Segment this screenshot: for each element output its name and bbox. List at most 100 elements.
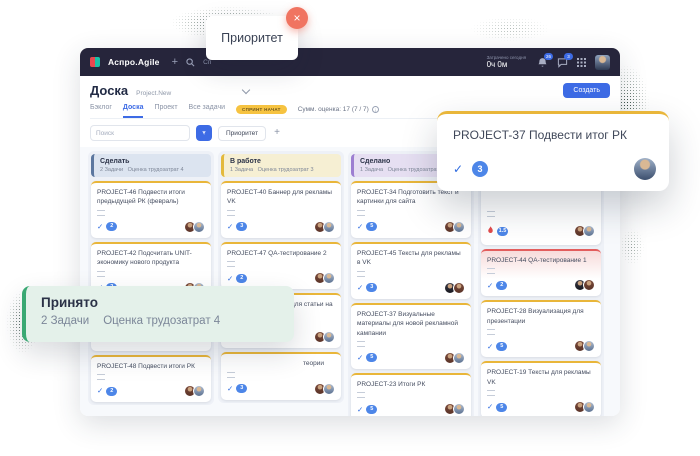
notifications-bell-icon[interactable]: 26 bbox=[537, 57, 548, 68]
done-check-icon: ✓ bbox=[453, 162, 463, 176]
apps-grid-icon[interactable] bbox=[577, 58, 586, 67]
tab-Бэклог[interactable]: Бэклог bbox=[90, 104, 112, 118]
chevron-down-icon[interactable] bbox=[242, 86, 250, 94]
time-tracker: Затрачено сегодня 0ч 0м bbox=[487, 55, 526, 70]
task-card[interactable]: PROJECT-46 Подвести итоги предыдущей РК … bbox=[91, 181, 211, 238]
task-title: PROJECT-40 Баннер для рекламы VK bbox=[227, 188, 335, 207]
tab-Все задачи[interactable]: Все задачи bbox=[189, 104, 226, 118]
task-title: PROJECT-19 Тексты для рекламы VK bbox=[487, 368, 595, 387]
description-icon bbox=[487, 211, 495, 217]
estimate-badge: 2 bbox=[106, 387, 117, 396]
done-check-icon: ✓ bbox=[97, 223, 103, 231]
avatar bbox=[583, 401, 595, 413]
chat-icon[interactable]: 3 bbox=[557, 57, 568, 68]
done-check-icon: ✓ bbox=[357, 354, 363, 362]
estimate-summary-text: Сумм. оценка: 17 (7 / 7) bbox=[298, 106, 369, 113]
done-check-icon: ✓ bbox=[357, 406, 363, 414]
decor-blob bbox=[615, 222, 649, 272]
assignee-avatars bbox=[317, 272, 335, 284]
task-card[interactable]: PROJECT-44 QA-тестирование 1 ✓ 2 bbox=[481, 249, 601, 296]
task-card[interactable]: PROJECT-37 Визуальные материалы для ново… bbox=[351, 303, 471, 369]
task-card[interactable]: PROJECT-19 Тексты для рекламы VK ✓ 5 bbox=[481, 361, 601, 416]
task-title: теории bbox=[227, 359, 335, 368]
tab-Доска[interactable]: Доска bbox=[123, 104, 144, 118]
estimate-badge: 5 bbox=[366, 353, 377, 362]
task-card[interactable]: PROJECT-47 QA-тестирование 2 ✓ 2 bbox=[221, 242, 341, 289]
assignee-avatars bbox=[447, 403, 465, 415]
column-meta: 2 Задачи Оценка трудозатрат 4 bbox=[100, 167, 205, 173]
column-meta: 1 Задача Оценка трудозатрат 3 bbox=[230, 167, 335, 173]
priority-filter-chip[interactable]: Приоритет bbox=[218, 126, 266, 141]
info-icon[interactable]: i bbox=[372, 106, 379, 113]
avatar bbox=[193, 385, 205, 397]
task-card[interactable]: PROJECT-23 Итоги РК ✓ 5 bbox=[351, 373, 471, 416]
create-button[interactable]: Создать bbox=[563, 83, 610, 98]
task-title: PROJECT-28 Визуализация для презентации bbox=[487, 307, 595, 326]
avatar bbox=[583, 279, 595, 291]
task-card-popup[interactable]: PROJECT-37 Подвести итог РК ✓ 3 bbox=[437, 111, 669, 191]
description-icon bbox=[97, 271, 105, 277]
estimate-badge: 1.5 bbox=[497, 227, 508, 236]
overdue-fire-icon bbox=[487, 222, 494, 240]
accepted-column-callout: Принято 2 Задачи Оценка трудозатрат 4 bbox=[22, 286, 294, 342]
project-selector[interactable]: Project.New bbox=[136, 90, 171, 97]
task-card[interactable]: PROJECT-28 Визуализация для презентации … bbox=[481, 300, 601, 357]
sprint-status-badge: СПРИНТ НАЧАТ bbox=[236, 105, 287, 114]
task-title: PROJECT-48 Подвести итоги РК bbox=[97, 362, 205, 371]
avatar bbox=[323, 383, 335, 395]
estimate-badge: 5 bbox=[496, 342, 507, 351]
description-icon bbox=[357, 210, 365, 216]
description-icon bbox=[227, 372, 235, 378]
avatar bbox=[323, 221, 335, 233]
filter-button[interactable] bbox=[196, 125, 212, 141]
avatar bbox=[323, 331, 335, 343]
task-title: PROJECT-37 Визуальные материалы для ново… bbox=[357, 310, 465, 338]
funnel-icon bbox=[202, 129, 206, 137]
accepted-task-count: 2 Задачи bbox=[41, 315, 89, 327]
tab-Проект[interactable]: Проект bbox=[154, 104, 177, 118]
add-icon[interactable]: + bbox=[172, 57, 178, 68]
task-title: PROJECT-42 Подсчитать UNIT-экономику нов… bbox=[97, 249, 205, 268]
add-filter-icon[interactable]: + bbox=[274, 128, 280, 138]
brand-name: Аспро.Agile bbox=[108, 57, 160, 67]
search-icon[interactable] bbox=[186, 58, 195, 67]
done-check-icon: ✓ bbox=[357, 284, 363, 292]
priority-tooltip: Приоритет × bbox=[206, 16, 298, 60]
assignee-avatars bbox=[447, 221, 465, 233]
time-value: 0ч 0м bbox=[487, 60, 526, 70]
user-avatar[interactable] bbox=[595, 55, 610, 70]
avatar bbox=[583, 225, 595, 237]
board-column: Сделать 2 Задачи Оценка трудозатрат 4 PR… bbox=[88, 151, 214, 405]
done-check-icon: ✓ bbox=[357, 223, 363, 231]
priority-tooltip-label: Приоритет bbox=[221, 31, 283, 45]
bell-badge: 26 bbox=[544, 53, 553, 60]
assignee-avatars bbox=[577, 225, 595, 237]
description-icon bbox=[357, 271, 365, 277]
assignee-avatars bbox=[577, 340, 595, 352]
avatar bbox=[453, 403, 465, 415]
task-card[interactable]: PROJECT-48 Подвести итоги РК ✓ 2 bbox=[91, 355, 211, 402]
task-title: PROJECT-46 Подвести итоги предыдущей РК … bbox=[97, 188, 205, 207]
search-input[interactable] bbox=[90, 125, 190, 141]
task-title: PROJECT-23 Итоги РК bbox=[357, 380, 465, 389]
description-icon bbox=[227, 261, 235, 267]
task-title bbox=[487, 188, 595, 208]
decor-blob bbox=[455, 12, 565, 46]
brand-logo-icon bbox=[90, 57, 100, 67]
column-header: Сделать 2 Задачи Оценка трудозатрат 4 bbox=[91, 154, 211, 177]
estimate-badge: 2 bbox=[496, 281, 507, 290]
task-card[interactable]: PROJECT-40 Баннер для рекламы VK ✓ 3 bbox=[221, 181, 341, 238]
avatar bbox=[453, 221, 465, 233]
description-icon bbox=[487, 268, 495, 274]
column-header: В работе 1 Задача Оценка трудозатрат 3 bbox=[221, 154, 341, 177]
assignee-avatars bbox=[447, 282, 465, 294]
avatar bbox=[453, 352, 465, 364]
estimate-badge: 5 bbox=[366, 405, 377, 414]
tabs: Бэклог Доска Проект Все задачи bbox=[90, 104, 225, 118]
close-icon[interactable]: × bbox=[286, 7, 308, 29]
estimate-badge: 3 bbox=[366, 283, 377, 292]
task-card[interactable]: PROJECT-45 Тексты для рекламы в VK ✓ 3 bbox=[351, 242, 471, 299]
task-card[interactable]: теории ✓ 3 bbox=[221, 352, 341, 399]
avatar bbox=[453, 282, 465, 294]
done-check-icon: ✓ bbox=[487, 403, 493, 411]
